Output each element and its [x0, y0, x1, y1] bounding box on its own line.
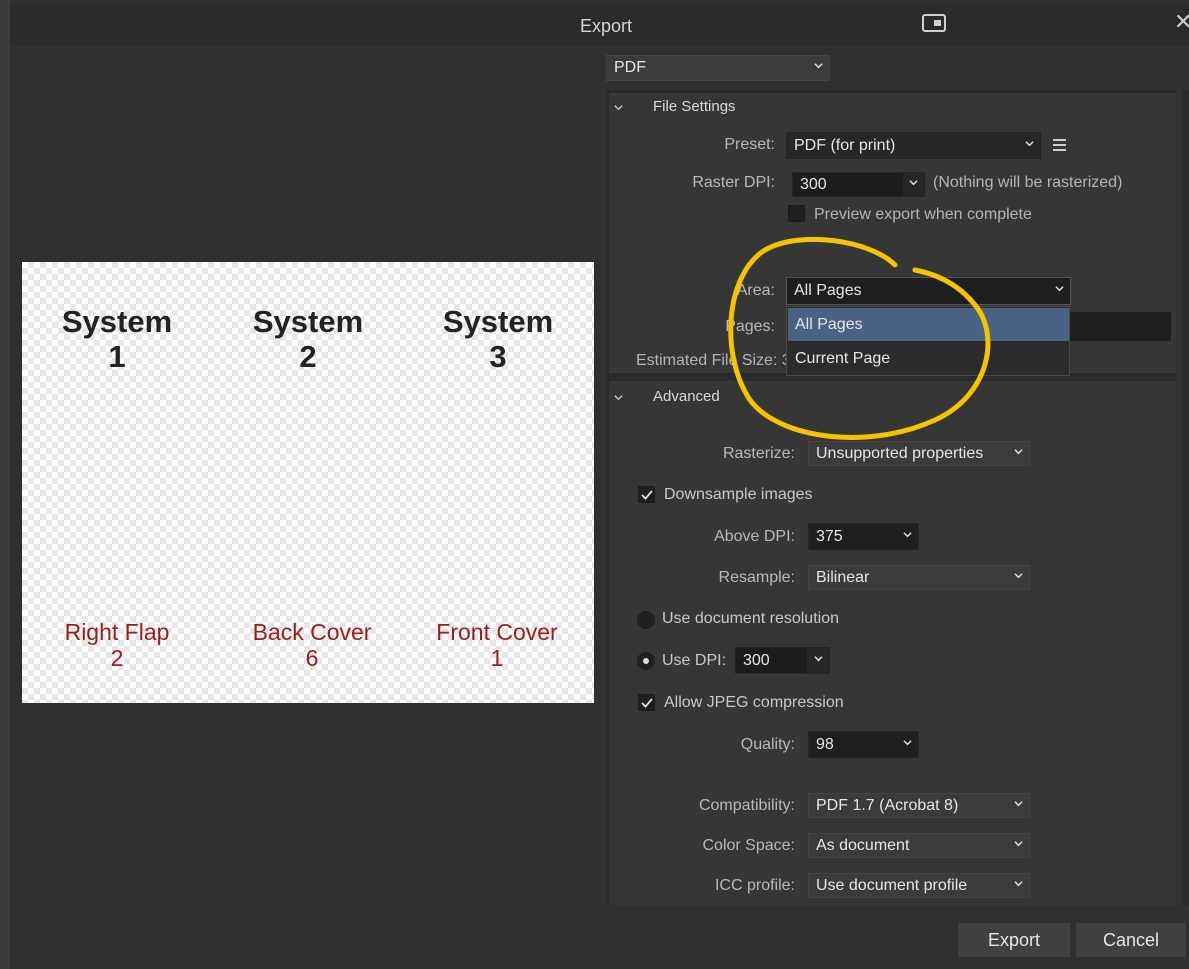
format-dropdown[interactable]: PDF: [606, 55, 830, 81]
chevron-down-icon[interactable]: [614, 103, 623, 112]
preset-label: Preset:: [724, 136, 775, 153]
resample-label: Resample:: [718, 569, 795, 586]
close-icon[interactable]: ✕: [1174, 9, 1189, 35]
preview-export-label[interactable]: Preview export when complete: [814, 206, 1032, 224]
use-dpi-value: 300: [743, 651, 770, 669]
chevron-down-icon: [903, 531, 912, 537]
use-dpi-input[interactable]: 300: [735, 647, 808, 674]
cancel-button[interactable]: Cancel: [1076, 923, 1186, 957]
use-document-resolution-label[interactable]: Use document resolution: [662, 610, 839, 628]
check-icon: [641, 490, 653, 500]
downsample-checkbox[interactable]: [638, 486, 655, 503]
title-bar: Export: [10, 5, 1189, 46]
above-dpi-value: 375: [816, 527, 843, 545]
chevron-down-icon: [814, 63, 823, 69]
color-space-label: Color Space:: [702, 837, 796, 854]
window-title: Export: [580, 16, 633, 36]
quality-label: Quality:: [740, 736, 795, 753]
menu-icon[interactable]: [1053, 139, 1066, 151]
check-icon: [641, 698, 653, 708]
chevron-down-icon: [1014, 800, 1023, 806]
use-document-resolution-radio[interactable]: [637, 611, 655, 629]
preset-dropdown[interactable]: PDF (for print): [786, 132, 1041, 159]
quality-dropdown[interactable]: 98: [808, 731, 919, 758]
raster-dpi-input[interactable]: 300: [792, 172, 904, 197]
chevron-down-icon: [1014, 572, 1023, 578]
compatibility-value: PDF 1.7 (Acrobat 8): [816, 796, 959, 814]
downsample-label[interactable]: Downsample images: [664, 486, 813, 504]
preview-system-2: System 2: [252, 304, 364, 374]
annotation-circle: [728, 236, 991, 440]
window-icon[interactable]: [922, 14, 946, 32]
chevron-down-icon: [909, 179, 918, 185]
raster-dpi-dropdown-button[interactable]: [904, 172, 925, 197]
preset-value: PDF (for print): [794, 136, 896, 154]
use-dpi-radio[interactable]: [637, 652, 655, 670]
chevron-down-icon: [1014, 840, 1023, 846]
compatibility-label: Compatibility:: [698, 797, 795, 814]
jpeg-compression-label[interactable]: Allow JPEG compression: [664, 694, 844, 712]
use-dpi-label[interactable]: Use DPI:: [662, 652, 726, 670]
pages-input[interactable]: [1070, 312, 1171, 341]
above-dpi-label: Above DPI:: [714, 528, 795, 545]
chevron-down-icon: [903, 739, 912, 745]
preview-right-flap: Right Flap 2: [64, 619, 170, 671]
advanced-header[interactable]: Advanced: [653, 388, 720, 405]
chevron-down-icon[interactable]: [614, 393, 623, 402]
export-preview: System 1 System 2 System 3 Right Flap 2 …: [22, 262, 594, 703]
raster-dpi-value: 300: [800, 175, 827, 193]
jpeg-compression-checkbox[interactable]: [638, 694, 655, 711]
format-value: PDF: [614, 59, 646, 76]
preview-system-1: System 1: [61, 304, 173, 374]
preview-front-cover: Front Cover 1: [436, 619, 558, 671]
icc-profile-label: ICC profile:: [714, 877, 795, 894]
chevron-down-icon: [1014, 448, 1023, 454]
scrollbar[interactable]: [1183, 90, 1189, 905]
chevron-down-icon: [1055, 286, 1064, 292]
export-button[interactable]: Export: [958, 923, 1070, 957]
resample-value: Bilinear: [816, 568, 870, 586]
chevron-down-icon: [1025, 140, 1034, 146]
quality-value: 98: [816, 735, 834, 753]
preview-system-3: System 3: [442, 304, 554, 374]
raster-dpi-label: Raster DPI:: [692, 174, 775, 191]
above-dpi-dropdown[interactable]: 375: [808, 523, 919, 550]
raster-note: (Nothing will be rasterized): [933, 174, 1123, 191]
compatibility-dropdown[interactable]: PDF 1.7 (Acrobat 8): [808, 793, 1030, 818]
resample-dropdown[interactable]: Bilinear: [808, 565, 1030, 590]
use-dpi-dropdown-button[interactable]: [808, 647, 830, 674]
chevron-down-icon: [1014, 880, 1023, 886]
color-space-dropdown[interactable]: As document: [808, 833, 1030, 858]
icc-profile-value: Use document profile: [816, 876, 968, 894]
preview-back-cover: Back Cover 6: [252, 619, 372, 671]
preview-export-checkbox[interactable]: [788, 205, 805, 222]
color-space-value: As document: [816, 836, 910, 854]
file-settings-header[interactable]: File Settings: [653, 98, 736, 115]
icc-profile-dropdown[interactable]: Use document profile: [808, 873, 1030, 898]
left-window-edge: [0, 0, 10, 969]
chevron-down-icon: [814, 655, 823, 661]
